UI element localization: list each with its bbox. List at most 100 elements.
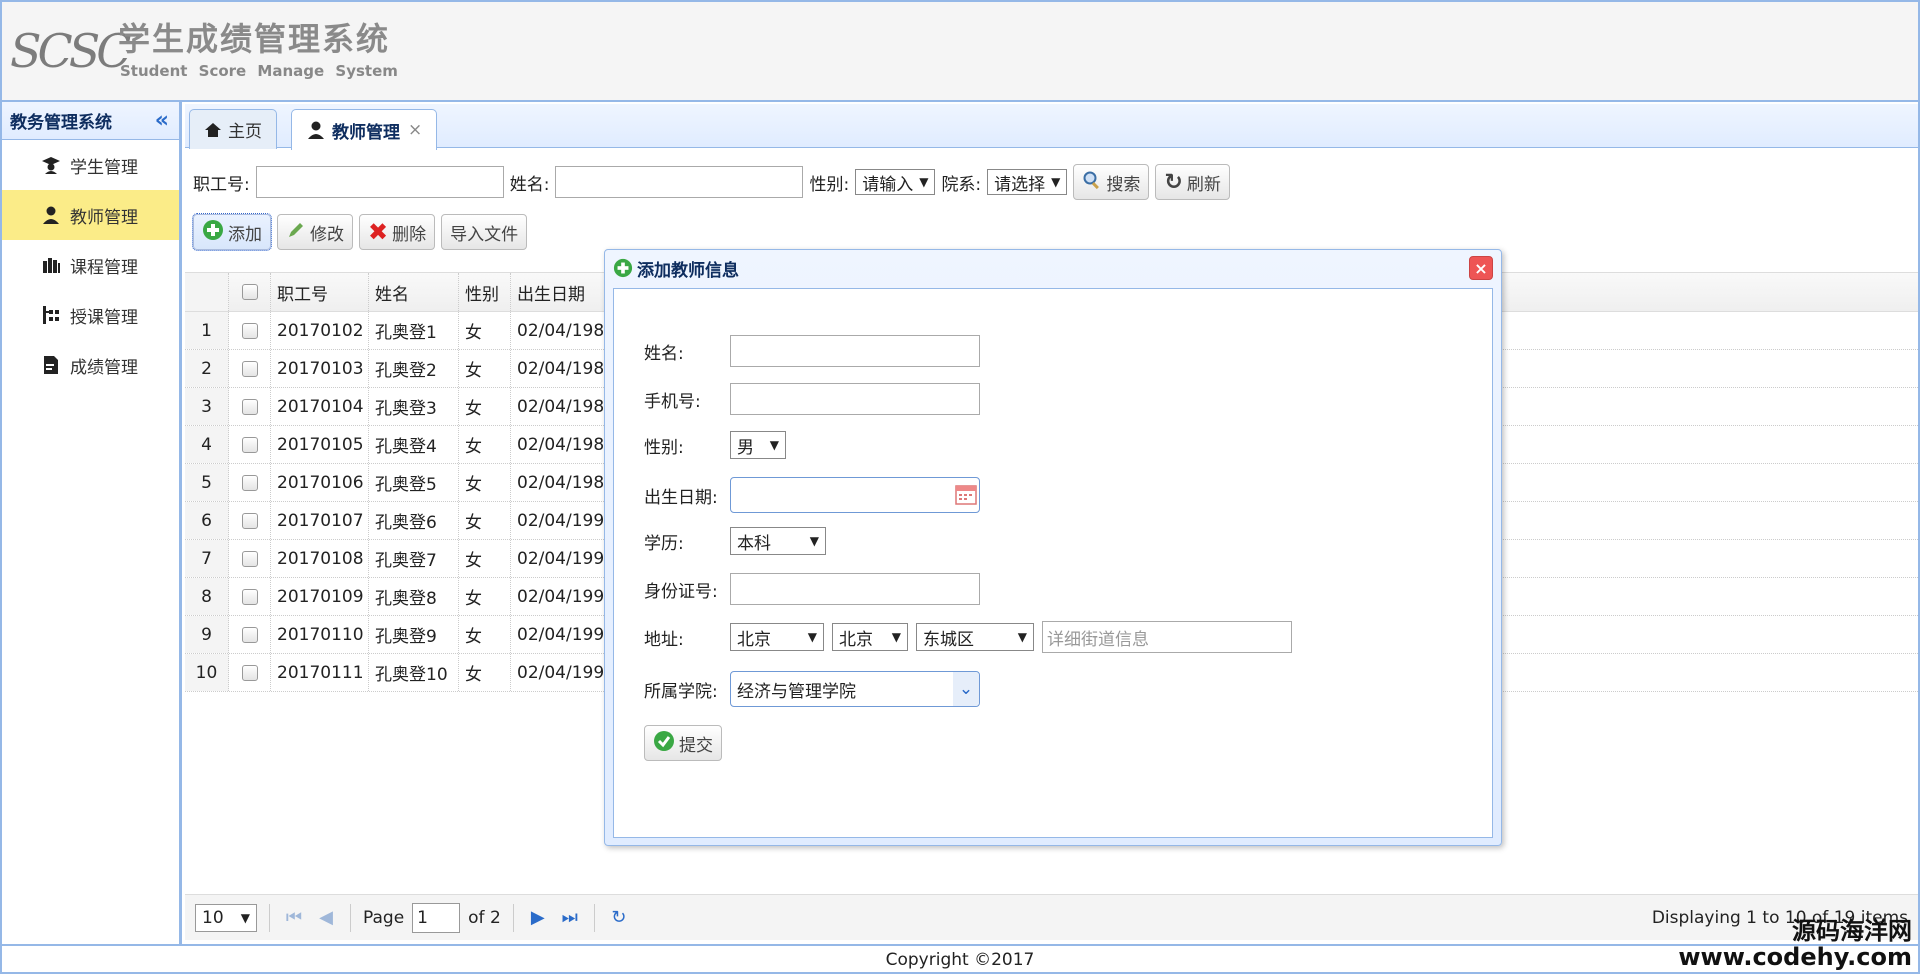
- row-checkbox[interactable]: [241, 588, 258, 605]
- sidebar-item-student[interactable]: 学生管理: [2, 140, 179, 190]
- gender-select[interactable]: 请输入 ▼: [855, 169, 936, 195]
- refresh-button[interactable]: ↻ 刷新: [1155, 164, 1230, 200]
- id-input[interactable]: [255, 166, 504, 198]
- tab-home[interactable]: 主页: [189, 109, 277, 149]
- row-checkbox-cell: [229, 350, 271, 387]
- separator: [593, 903, 595, 932]
- tab-label: 教师管理: [332, 122, 400, 143]
- row-number: 2: [185, 350, 229, 387]
- cell-name: 孔奥登3: [369, 388, 459, 425]
- district-select[interactable]: 东城区 ▼: [916, 623, 1034, 651]
- prev-page-icon[interactable]: ◀: [314, 907, 338, 928]
- calendar-icon[interactable]: [955, 483, 977, 505]
- import-button[interactable]: 导入文件: [441, 214, 528, 250]
- birth-date-field[interactable]: [730, 477, 980, 513]
- phone-field[interactable]: [730, 383, 980, 415]
- sidebar-item-teaching[interactable]: 授课管理: [2, 290, 179, 340]
- dialog-close-button[interactable]: ×: [1469, 256, 1493, 280]
- teacher-icon: [306, 120, 326, 140]
- last-page-icon[interactable]: ⏭: [558, 907, 582, 928]
- row-number: 7: [185, 540, 229, 577]
- app-subtitle: Student Score Manage System: [120, 62, 398, 80]
- row-number: 6: [185, 502, 229, 539]
- row-checkbox[interactable]: [241, 436, 258, 453]
- cell-id: 20170109: [271, 578, 369, 615]
- row-checkbox-cell: [229, 540, 271, 577]
- reload-icon[interactable]: ↻: [607, 907, 631, 928]
- add-button[interactable]: 添加: [192, 213, 272, 251]
- form-row-phone: 手机号:: [644, 383, 980, 415]
- next-page-icon[interactable]: ▶: [526, 907, 550, 928]
- row-checkbox-cell: [229, 388, 271, 425]
- row-checkbox[interactable]: [241, 398, 258, 415]
- cell-gender: 女: [459, 388, 511, 425]
- search-button-label: 搜索: [1106, 174, 1141, 195]
- form-row-education: 学历: 本科 ▼: [644, 527, 826, 555]
- tab-close-icon[interactable]: ×: [408, 120, 422, 140]
- column-header-birth[interactable]: 出生日期: [511, 273, 611, 311]
- row-checkbox[interactable]: [241, 626, 258, 643]
- home-icon: [204, 121, 222, 139]
- cell-birth: 02/04/198: [511, 312, 611, 349]
- id-label: 职工号:: [193, 174, 250, 195]
- row-checkbox-cell: [229, 426, 271, 463]
- dept-select[interactable]: 请选择 ▼: [987, 169, 1068, 195]
- education-select[interactable]: 本科 ▼: [730, 527, 826, 555]
- edit-button[interactable]: 修改: [277, 214, 353, 250]
- chevron-down-icon[interactable]: ⌄: [953, 672, 979, 706]
- page-count-label: of 2: [468, 907, 501, 928]
- search-bar: 职工号: 姓名: 性别: 请输入 ▼ 院系: 请选择 ▼ 搜索 ↻ 刷新: [193, 164, 1230, 200]
- column-header-id[interactable]: 职工号: [271, 273, 369, 311]
- search-button[interactable]: 搜索: [1073, 164, 1150, 200]
- separator: [269, 903, 270, 932]
- province-select[interactable]: 北京 ▼: [730, 623, 824, 651]
- page-label: Page: [363, 907, 405, 928]
- dialog-body: 姓名: 手机号: 性别: 男 ▼ 出生日期: 学历: 本科 ▼ 身份证号: 地址…: [613, 288, 1493, 838]
- cell-name: 孔奥登9: [369, 616, 459, 653]
- row-checkbox[interactable]: [241, 360, 258, 377]
- page-number-input[interactable]: 1: [412, 902, 461, 933]
- city-select[interactable]: 北京 ▼: [832, 623, 908, 651]
- cell-name: 孔奥登7: [369, 540, 459, 577]
- row-checkbox[interactable]: [241, 322, 258, 339]
- row-number: 3: [185, 388, 229, 425]
- tab-teacher[interactable]: 教师管理 ×: [291, 109, 438, 150]
- row-checkbox-cell: [229, 464, 271, 501]
- row-checkbox[interactable]: [241, 550, 258, 567]
- sidebar-item-score[interactable]: 成绩管理: [2, 340, 179, 390]
- tab-bar: 主页 教师管理 ×: [185, 104, 1918, 150]
- form-row-college: 所属学院: 经济与管理学院 ⌄: [644, 671, 980, 707]
- name-field-label: 姓名:: [644, 343, 684, 364]
- form-row-address: 地址: 北京 ▼ 北京 ▼ 东城区 ▼ 详细街道信息: [644, 621, 1292, 653]
- double-chevron-left-icon[interactable]: «: [155, 108, 169, 133]
- row-checkbox[interactable]: [241, 474, 258, 491]
- row-checkbox[interactable]: [241, 664, 258, 681]
- select-all-checkbox[interactable]: [241, 284, 258, 300]
- app-title: 学生成绩管理系统: [118, 20, 391, 58]
- column-header-gender[interactable]: 性别: [459, 273, 511, 311]
- delete-button[interactable]: ✖ 删除: [359, 214, 436, 250]
- action-bar: 添加 修改 ✖ 删除 导入文件: [192, 213, 528, 251]
- street-input[interactable]: 详细街道信息: [1042, 621, 1292, 653]
- cell-birth: 02/04/199: [511, 540, 611, 577]
- cell-gender: 女: [459, 616, 511, 653]
- separator: [350, 903, 351, 932]
- form-row-idcard: 身份证号:: [644, 573, 980, 605]
- pagination: 10 ▼ ⏮ ◀ Page 1 of 2 ▶ ⏭ ↻ Displaying 1 t…: [185, 894, 1918, 940]
- name-field[interactable]: [730, 335, 980, 367]
- column-header-name[interactable]: 姓名: [369, 273, 459, 311]
- sidebar-item-course[interactable]: 课程管理: [2, 240, 179, 290]
- page-size-select[interactable]: 10 ▼: [195, 903, 257, 932]
- sidebar-item-teacher[interactable]: 教师管理: [2, 190, 179, 240]
- name-input[interactable]: [555, 166, 804, 198]
- cell-birth: 02/04/199: [511, 616, 611, 653]
- college-combobox[interactable]: 经济与管理学院 ⌄: [730, 671, 980, 707]
- gender-field-select[interactable]: 男 ▼: [730, 431, 786, 459]
- hierarchy-icon: [40, 304, 62, 326]
- first-page-icon[interactable]: ⏮: [282, 907, 306, 928]
- address-field-label: 地址:: [644, 629, 684, 650]
- row-number: 1: [185, 312, 229, 349]
- submit-button[interactable]: 提交: [644, 725, 722, 761]
- row-checkbox[interactable]: [241, 512, 258, 529]
- idcard-field[interactable]: [730, 573, 980, 605]
